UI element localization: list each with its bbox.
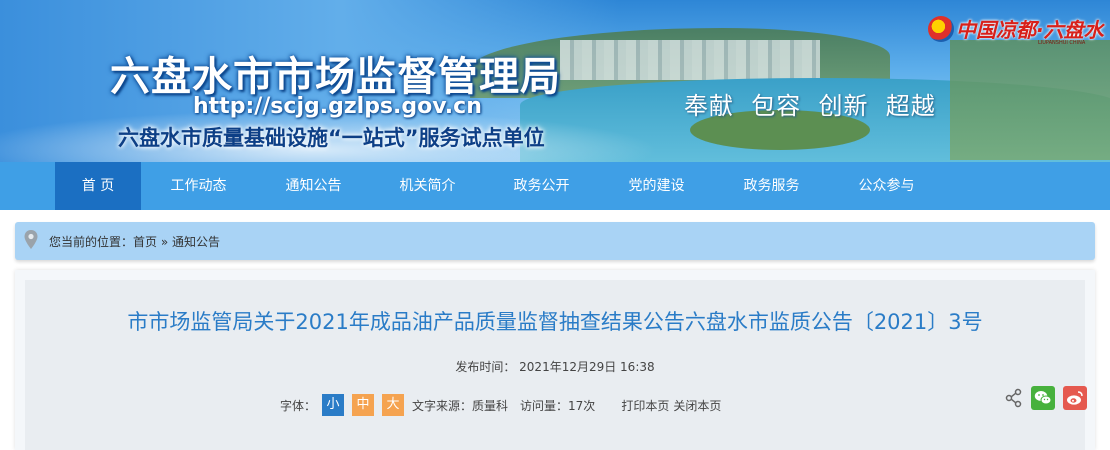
city-logo: 中国凉都·六盘水 LIUPANSHUI CHINA [928, 14, 1104, 48]
article-panel: 市市场监管局关于2021年成品油产品质量监督抽查结果公告六盘水市监质公告〔202… [15, 270, 1095, 450]
city-logo-mark-icon [928, 16, 954, 42]
print-page-link[interactable]: 打印本页 [621, 397, 669, 414]
nav-item-gov-services[interactable]: 政务服务 [714, 162, 829, 210]
weibo-icon[interactable] [1063, 386, 1087, 410]
nav-item-public-participation[interactable]: 公众参与 [829, 162, 944, 210]
site-slogan: 奉献 包容 创新 超越 [684, 92, 936, 120]
article-views: 访问量：17次 [520, 398, 596, 413]
nav-item-public-affairs[interactable]: 政务公开 [484, 162, 599, 210]
banner-greenery [950, 40, 1110, 160]
header-banner: 六盘水市市场监督管理局 http://scjg.gzlps.gov.cn 六盘水… [0, 0, 1110, 162]
share-icon[interactable] [1003, 387, 1025, 409]
site-subtitle: 六盘水市质量基础设施“一站式”服务试点单位 [118, 126, 545, 150]
nav-item-work-news[interactable]: 工作动态 [141, 162, 256, 210]
article-card: 市市场监管局关于2021年成品油产品质量监督抽查结果公告六盘水市监质公告〔202… [25, 280, 1087, 450]
breadcrumb-text: 您当前的位置：首页 » 通知公告 [49, 235, 220, 249]
site-url: http://scjg.gzlps.gov.cn [193, 94, 482, 119]
breadcrumb: 您当前的位置：首页 » 通知公告 [15, 222, 1095, 260]
article-meta: 字体： 小 中 大 文字来源：质量科 访问量：17次 打印本页 关闭本页 [280, 394, 721, 416]
font-large-button[interactable]: 大 [382, 394, 405, 416]
nav-item-home[interactable]: 首 页 [55, 162, 141, 210]
wechat-icon[interactable] [1031, 386, 1055, 410]
city-logo-english: LIUPANSHUI CHINA [1038, 40, 1086, 46]
city-logo-text: 中国凉都·六盘水 [956, 18, 1104, 42]
share-bar [1003, 386, 1087, 410]
article-title: 市市场监管局关于2021年成品油产品质量监督抽查结果公告六盘水市监质公告〔202… [127, 310, 983, 334]
location-pin-icon [23, 229, 39, 251]
font-medium-button[interactable]: 中 [352, 394, 375, 416]
banner-town [560, 40, 820, 80]
font-size-label: 字体： [280, 398, 317, 413]
main-nav: 首 页 工作动态 通知公告 机关简介 政务公开 党的建设 政务服务 公众参与 [55, 162, 944, 210]
publish-date: 发布时间： 2021年12月29日 16:38 [455, 360, 655, 374]
nav-item-notices[interactable]: 通知公告 [256, 162, 371, 210]
close-page-link[interactable]: 关闭本页 [673, 397, 721, 414]
main-nav-bar: 首 页 工作动态 通知公告 机关简介 政务公开 党的建设 政务服务 公众参与 [0, 162, 1110, 210]
nav-item-party-building[interactable]: 党的建设 [599, 162, 714, 210]
article-source: 文字来源：质量科 [412, 398, 509, 413]
font-small-button[interactable]: 小 [322, 394, 345, 416]
nav-item-about[interactable]: 机关简介 [371, 162, 484, 210]
